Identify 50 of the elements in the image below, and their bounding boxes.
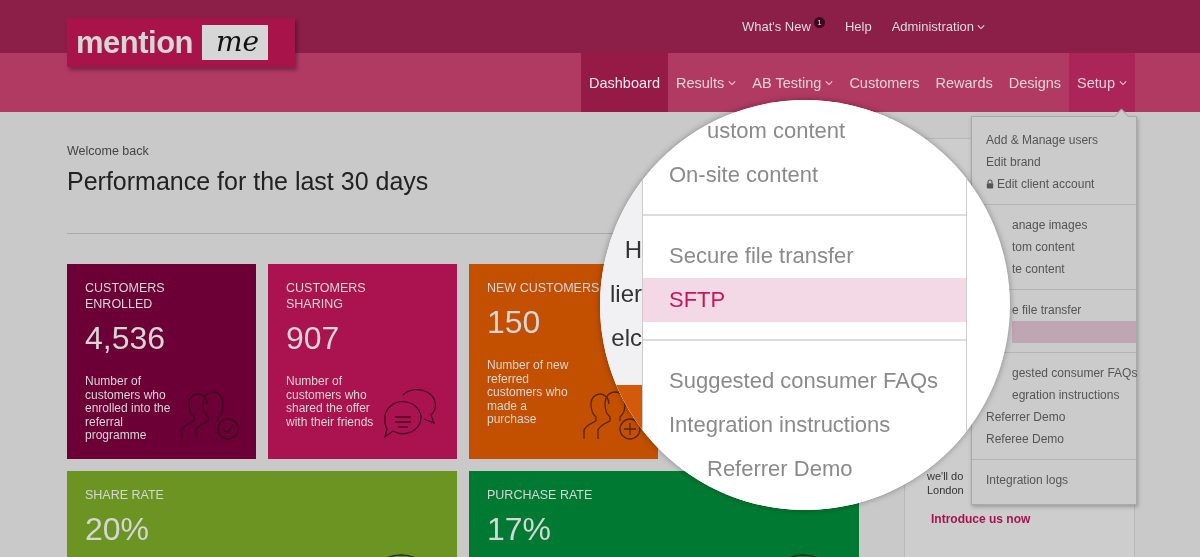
menu-item[interactable]: SFTP [669, 286, 726, 314]
card-value: 20% [85, 511, 150, 548]
nav-item[interactable]: Dashboard [581, 53, 668, 112]
menu-item[interactable]: Referrer Demo [707, 455, 853, 483]
menu-item[interactable]: Edit client account [986, 176, 1095, 192]
card-value: 17% [487, 511, 552, 548]
menu-item[interactable]: Referrer Demo [986, 409, 1066, 425]
lock-icon [986, 179, 994, 189]
mention-me-logo[interactable]: mention me [67, 18, 295, 67]
card-description: Number of customers who shared the offer with their friends [286, 375, 375, 429]
nav-item[interactable]: Setup [1069, 53, 1135, 112]
menu-item[interactable]: Edit brand [986, 154, 1041, 170]
top-link[interactable]: What's New 1 [741, 19, 825, 34]
notification-badge: 1 [813, 17, 825, 28]
magnified-text: lier [610, 279, 642, 309]
panel-text: we'll do [927, 469, 964, 483]
menu-item[interactable]: Integration instructions [669, 411, 891, 439]
menu-item[interactable]: Suggested consumer FAQs [669, 367, 939, 395]
welcome-text: Welcome back [67, 144, 149, 158]
card-value: 4,536 [85, 320, 166, 357]
page-heading: Performance for the last 30 days [67, 167, 429, 196]
card-value: 150 [487, 304, 541, 341]
introduce-link[interactable]: Introduce us now [931, 512, 1031, 526]
card-description: Number of customers who enrolled into the referral programme [85, 375, 172, 443]
menu-item[interactable]: gested consumer FAQs [1012, 365, 1138, 381]
menu-item[interactable]: anage images [1012, 217, 1088, 233]
menu-item[interactable]: Add & Manage users [986, 132, 1099, 148]
menu-item[interactable]: Integration logs [986, 472, 1069, 488]
card-title: PURCHASE RATE [487, 487, 593, 503]
card-title: CUSTOMERS SHARING [286, 280, 367, 312]
menu-item[interactable]: tom content [1012, 239, 1075, 255]
panel-text: London [927, 483, 964, 497]
top-link[interactable]: Administration [891, 19, 985, 34]
card-value: 907 [286, 320, 340, 357]
nav-item[interactable]: Designs [1000, 53, 1070, 112]
menu-item[interactable]: Referee Demo [986, 431, 1065, 447]
menu-item[interactable]: te content [1012, 261, 1065, 277]
magnified-text: elc [611, 323, 642, 353]
menu-item[interactable]: Secure file transfer [669, 242, 854, 270]
card-description: Number of new referred customers who made a purchase [487, 359, 570, 427]
menu-item[interactable]: e file transfer [1012, 302, 1082, 318]
card-title: SHARE RATE [85, 487, 164, 503]
top-link[interactable]: Help [844, 19, 872, 34]
card-title: CUSTOMERS ENROLLED [85, 280, 166, 312]
card-title: NEW CUSTOMERS [487, 280, 600, 296]
menu-item[interactable]: egration instructions [1012, 387, 1120, 403]
magnified-text: H [624, 235, 642, 265]
highlighted-menu-row[interactable] [1012, 321, 1136, 343]
menu-item[interactable]: On-site content [669, 161, 819, 189]
menu-item[interactable]: ustom content [707, 117, 846, 145]
